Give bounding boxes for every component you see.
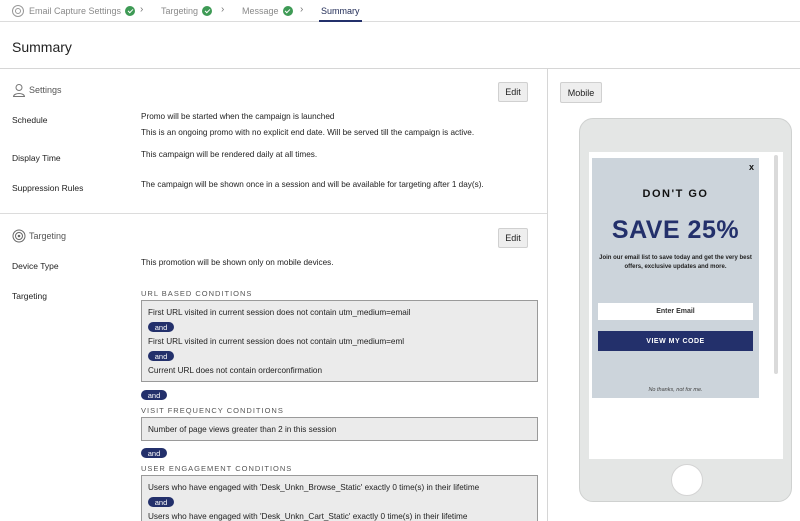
close-icon[interactable]: x bbox=[749, 162, 754, 172]
condition-item: Number of page views greater than 2 in t… bbox=[148, 425, 337, 434]
view-code-button[interactable]: VIEW MY CODE bbox=[598, 331, 753, 351]
condition-item: Current URL does not contain orderconfir… bbox=[148, 366, 322, 375]
target-icon bbox=[12, 229, 26, 243]
display-time-label: Display Time bbox=[12, 153, 61, 163]
divider bbox=[0, 213, 547, 214]
mobile-preview-button[interactable]: Mobile bbox=[560, 82, 602, 103]
step-label: Message bbox=[242, 6, 279, 16]
email-field[interactable]: Enter Email bbox=[598, 303, 753, 320]
suppression-rules-label: Suppression Rules bbox=[12, 183, 84, 193]
url-conditions-title: URL BASED CONDITIONS bbox=[141, 289, 253, 298]
phone-mockup: x DON'T GO SAVE 25% Join our email list … bbox=[579, 118, 792, 502]
home-button bbox=[671, 464, 703, 496]
targeting-label: Targeting bbox=[12, 291, 47, 301]
schedule-end-text: This is an ongoing promo with no explici… bbox=[141, 128, 475, 137]
engagement-conditions-box: Users who have engaged with 'Desk_Unkn_B… bbox=[141, 475, 538, 521]
chevron-right-icon: › bbox=[140, 4, 144, 15]
check-icon bbox=[125, 6, 136, 16]
progress-stepper: Email Capture Settings › Targeting › Mes… bbox=[0, 0, 800, 22]
check-icon bbox=[202, 6, 213, 16]
step-message[interactable]: Message bbox=[242, 0, 293, 22]
device-type-text: This promotion will be shown only on mob… bbox=[141, 258, 334, 267]
and-badge: and bbox=[141, 448, 167, 458]
visit-conditions-box: Number of page views greater than 2 in t… bbox=[141, 417, 538, 441]
condition-item: Users who have engaged with 'Desk_Unkn_B… bbox=[148, 483, 480, 492]
condition-item: Users who have engaged with 'Desk_Unkn_C… bbox=[148, 512, 468, 521]
step-label: Summary bbox=[321, 6, 360, 16]
suppression-rules-text: The campaign will be shown once in a ses… bbox=[141, 180, 484, 189]
popup-title: DON'T GO bbox=[642, 188, 709, 200]
settings-heading: Settings bbox=[12, 83, 62, 97]
gear-icon bbox=[12, 5, 24, 17]
phone-screen: x DON'T GO SAVE 25% Join our email list … bbox=[589, 152, 783, 459]
step-label: Email Capture Settings bbox=[29, 6, 122, 16]
step-label: Targeting bbox=[161, 6, 199, 16]
visit-conditions-title: VISIT FREQUENCY CONDITIONS bbox=[141, 406, 284, 415]
decline-link[interactable]: No thanks, not for me. bbox=[592, 387, 759, 393]
edit-settings-button[interactable]: Edit bbox=[498, 82, 528, 102]
display-time-text: This campaign will be rendered daily at … bbox=[141, 150, 318, 159]
chevron-right-icon: › bbox=[300, 4, 304, 15]
and-badge: and bbox=[141, 390, 167, 400]
divider bbox=[547, 69, 548, 521]
check-icon bbox=[282, 6, 293, 16]
schedule-start-text: Promo will be started when the campaign … bbox=[141, 112, 335, 121]
schedule-label: Schedule bbox=[12, 115, 48, 125]
popup-headline: SAVE 25% bbox=[611, 216, 740, 244]
section-title: Targeting bbox=[29, 231, 67, 241]
condition-item: First URL visited in current session doe… bbox=[148, 337, 405, 346]
chevron-right-icon: › bbox=[221, 4, 225, 15]
user-icon bbox=[12, 84, 26, 97]
popup-preview: x DON'T GO SAVE 25% Join our email list … bbox=[592, 158, 759, 398]
section-title: Settings bbox=[29, 85, 62, 95]
condition-item: First URL visited in current session doe… bbox=[148, 308, 411, 317]
and-badge: and bbox=[148, 322, 174, 332]
device-type-label: Device Type bbox=[12, 261, 59, 271]
targeting-heading: Targeting bbox=[12, 229, 66, 243]
step-targeting[interactable]: Targeting bbox=[161, 0, 213, 22]
step-email-capture-settings[interactable]: Email Capture Settings bbox=[0, 0, 136, 22]
popup-subtext: Join our email list to save today and ge… bbox=[599, 255, 752, 270]
step-summary[interactable]: Summary bbox=[319, 0, 362, 22]
and-badge: and bbox=[148, 351, 174, 361]
engagement-conditions-title: USER ENGAGEMENT CONDITIONS bbox=[141, 464, 293, 473]
url-conditions-box: First URL visited in current session doe… bbox=[141, 300, 538, 382]
and-badge: and bbox=[148, 497, 174, 507]
page-title: Summary bbox=[12, 39, 72, 55]
edit-targeting-button[interactable]: Edit bbox=[498, 228, 528, 248]
scrollbar[interactable] bbox=[774, 155, 778, 374]
divider bbox=[0, 68, 800, 69]
